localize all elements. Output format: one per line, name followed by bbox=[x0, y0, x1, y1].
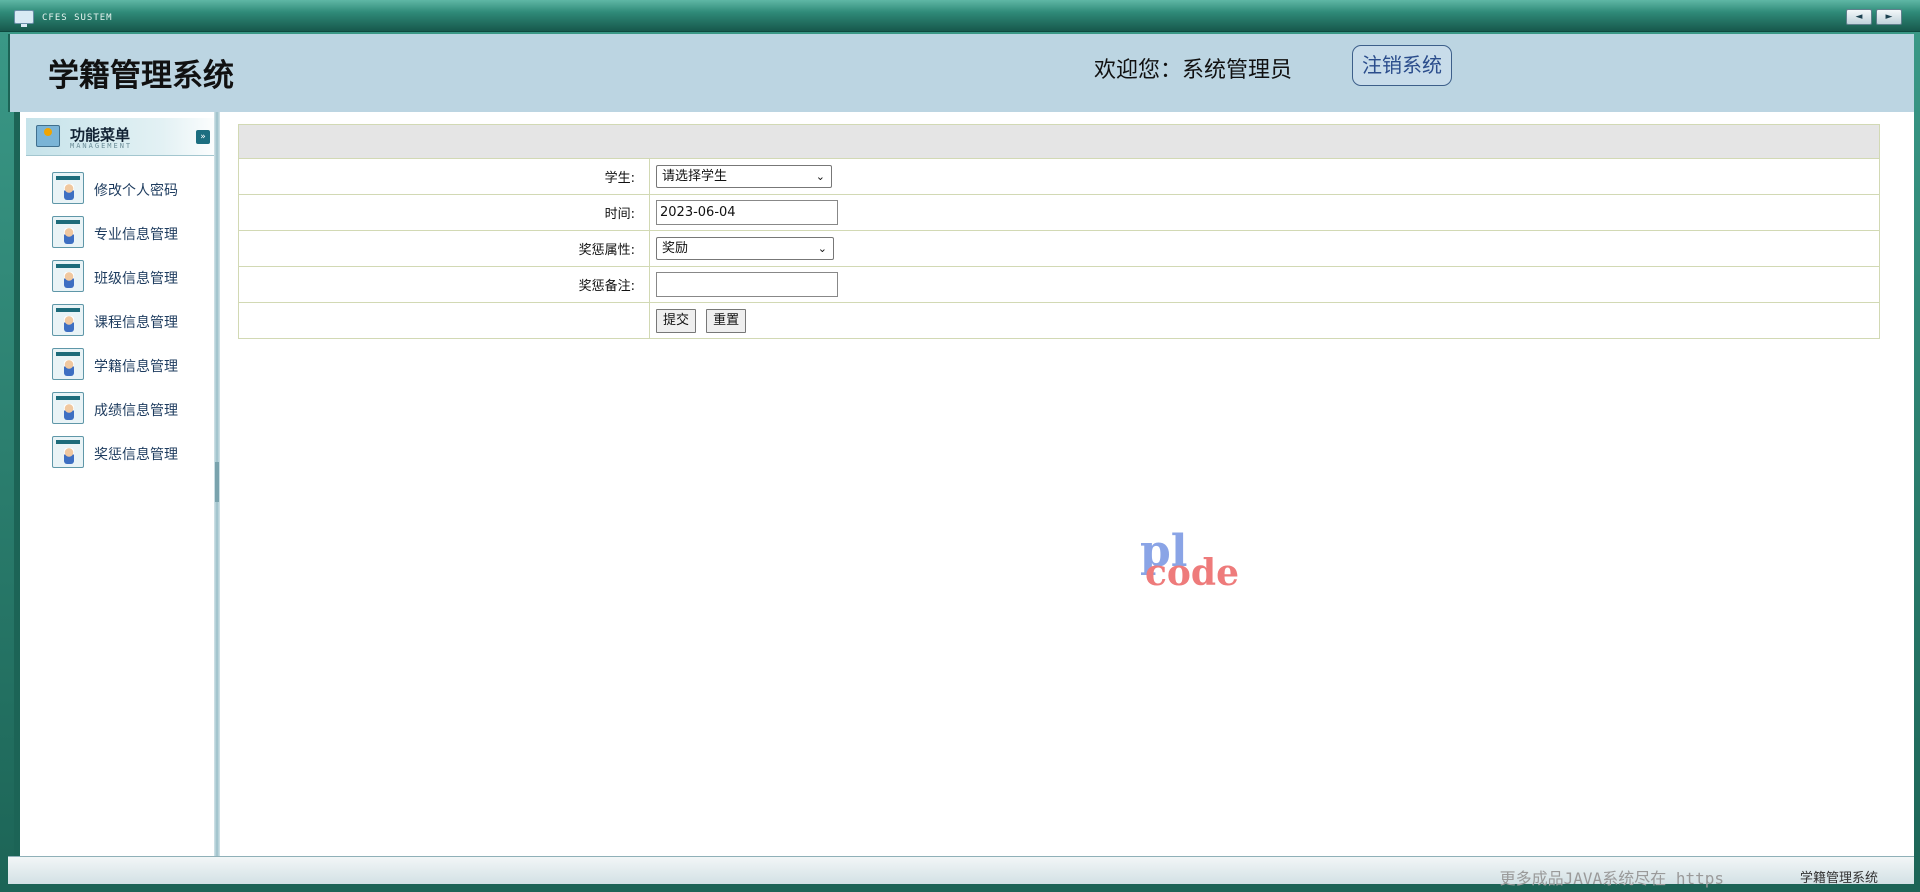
watermark-logo-bottom: code bbox=[1145, 552, 1240, 594]
type-label: 奖惩属性: bbox=[238, 230, 650, 267]
footer-promo-text: 更多成品JAVA系统尽在 https bbox=[1499, 869, 1724, 888]
student-select-value: 请选择学生 bbox=[662, 169, 728, 184]
type-row: 奖惩属性: 奖励 ⌄ bbox=[238, 230, 1880, 267]
app-window: CFES SUSTEM ◄ ► 学籍管理系统 欢迎您：系统管理员 注销系统 功能… bbox=[0, 0, 1920, 892]
submit-button[interactable]: 提交 bbox=[656, 308, 697, 333]
footer-app-name: 学籍管理系统 bbox=[1799, 871, 1878, 886]
footer-bar: 更多成品JAVA系统尽在 https 学籍管理系统 bbox=[8, 856, 1914, 888]
user-card-icon bbox=[52, 436, 84, 468]
app-title: 学籍管理系统 bbox=[48, 58, 234, 94]
form-header-row bbox=[238, 124, 1880, 159]
sidebar: 功能菜单 MANAGEMENT » 修改个人密码 专业信息管理 班级信息管理 课… bbox=[14, 112, 222, 856]
user-card-icon bbox=[52, 216, 84, 248]
note-input[interactable] bbox=[656, 272, 838, 297]
function-menu-icon bbox=[36, 125, 60, 147]
actions-row: 提交 重置 bbox=[238, 302, 1880, 339]
user-card-icon bbox=[52, 260, 84, 292]
chevron-down-icon: ⌄ bbox=[817, 242, 827, 255]
student-row: 学生: 请选择学生 ⌄ bbox=[238, 158, 1880, 195]
sidebar-item-rewards[interactable]: 奖惩信息管理 bbox=[26, 434, 222, 478]
note-row: 奖惩备注: bbox=[238, 266, 1880, 303]
sidebar-item-label: 专业信息管理 bbox=[94, 227, 178, 243]
type-select[interactable]: 奖励 ⌄ bbox=[656, 237, 834, 260]
title-bar: CFES SUSTEM ◄ ► bbox=[0, 0, 1920, 32]
next-button[interactable]: ► bbox=[1876, 9, 1902, 25]
sidebar-item-label: 学籍信息管理 bbox=[94, 359, 178, 375]
sidebar-item-class[interactable]: 班级信息管理 bbox=[26, 258, 222, 302]
double-chevron-down-icon[interactable]: » bbox=[196, 130, 210, 144]
sidebar-item-course[interactable]: 课程信息管理 bbox=[26, 302, 222, 346]
sidebar-item-grades[interactable]: 成绩信息管理 bbox=[26, 390, 222, 434]
main-content: 学生: 请选择学生 ⌄ 时间: 2023-06-04 奖惩属性: 奖励 ⌄ 奖惩… bbox=[220, 112, 1914, 856]
user-card-icon bbox=[52, 304, 84, 336]
student-select[interactable]: 请选择学生 ⌄ bbox=[656, 165, 832, 188]
reset-button[interactable]: 重置 bbox=[706, 308, 747, 333]
sidebar-header: 功能菜单 MANAGEMENT » bbox=[26, 118, 222, 156]
splitter-grip[interactable] bbox=[215, 462, 219, 502]
sidebar-item-major[interactable]: 专业信息管理 bbox=[26, 214, 222, 258]
welcome-text: 欢迎您：系统管理员 bbox=[1094, 58, 1293, 83]
monitor-icon bbox=[14, 10, 34, 27]
user-card-icon bbox=[52, 172, 84, 204]
logout-button[interactable]: 注销系统 bbox=[1352, 45, 1452, 86]
sidebar-item-label: 班级信息管理 bbox=[94, 271, 178, 287]
student-label: 学生: bbox=[238, 158, 650, 195]
time-input[interactable]: 2023-06-04 bbox=[656, 200, 838, 225]
sidebar-item-label: 课程信息管理 bbox=[94, 315, 178, 331]
time-row: 时间: 2023-06-04 bbox=[238, 194, 1880, 231]
sidebar-item-student-record[interactable]: 学籍信息管理 bbox=[26, 346, 222, 390]
menu-subtitle: MANAGEMENT bbox=[70, 142, 133, 150]
time-label: 时间: bbox=[238, 194, 650, 231]
system-title: CFES SUSTEM bbox=[42, 13, 113, 23]
sidebar-item-label: 修改个人密码 bbox=[94, 183, 178, 199]
header-banner: 学籍管理系统 欢迎您：系统管理员 注销系统 bbox=[8, 34, 1914, 112]
sidebar-item-label: 奖惩信息管理 bbox=[94, 447, 178, 463]
sidebar-item-label: 成绩信息管理 bbox=[94, 403, 178, 419]
user-card-icon bbox=[52, 348, 84, 380]
sidebar-item-change-password[interactable]: 修改个人密码 bbox=[26, 170, 222, 214]
note-label: 奖惩备注: bbox=[238, 266, 650, 303]
prev-button[interactable]: ◄ bbox=[1846, 9, 1872, 25]
chevron-down-icon: ⌄ bbox=[815, 170, 825, 183]
reward-form: 学生: 请选择学生 ⌄ 时间: 2023-06-04 奖惩属性: 奖励 ⌄ 奖惩… bbox=[238, 124, 1880, 339]
sidebar-menu: 修改个人密码 专业信息管理 班级信息管理 课程信息管理 学籍信息管理 成绩信息管… bbox=[26, 170, 222, 478]
type-select-value: 奖励 bbox=[662, 241, 689, 256]
user-card-icon bbox=[52, 392, 84, 424]
